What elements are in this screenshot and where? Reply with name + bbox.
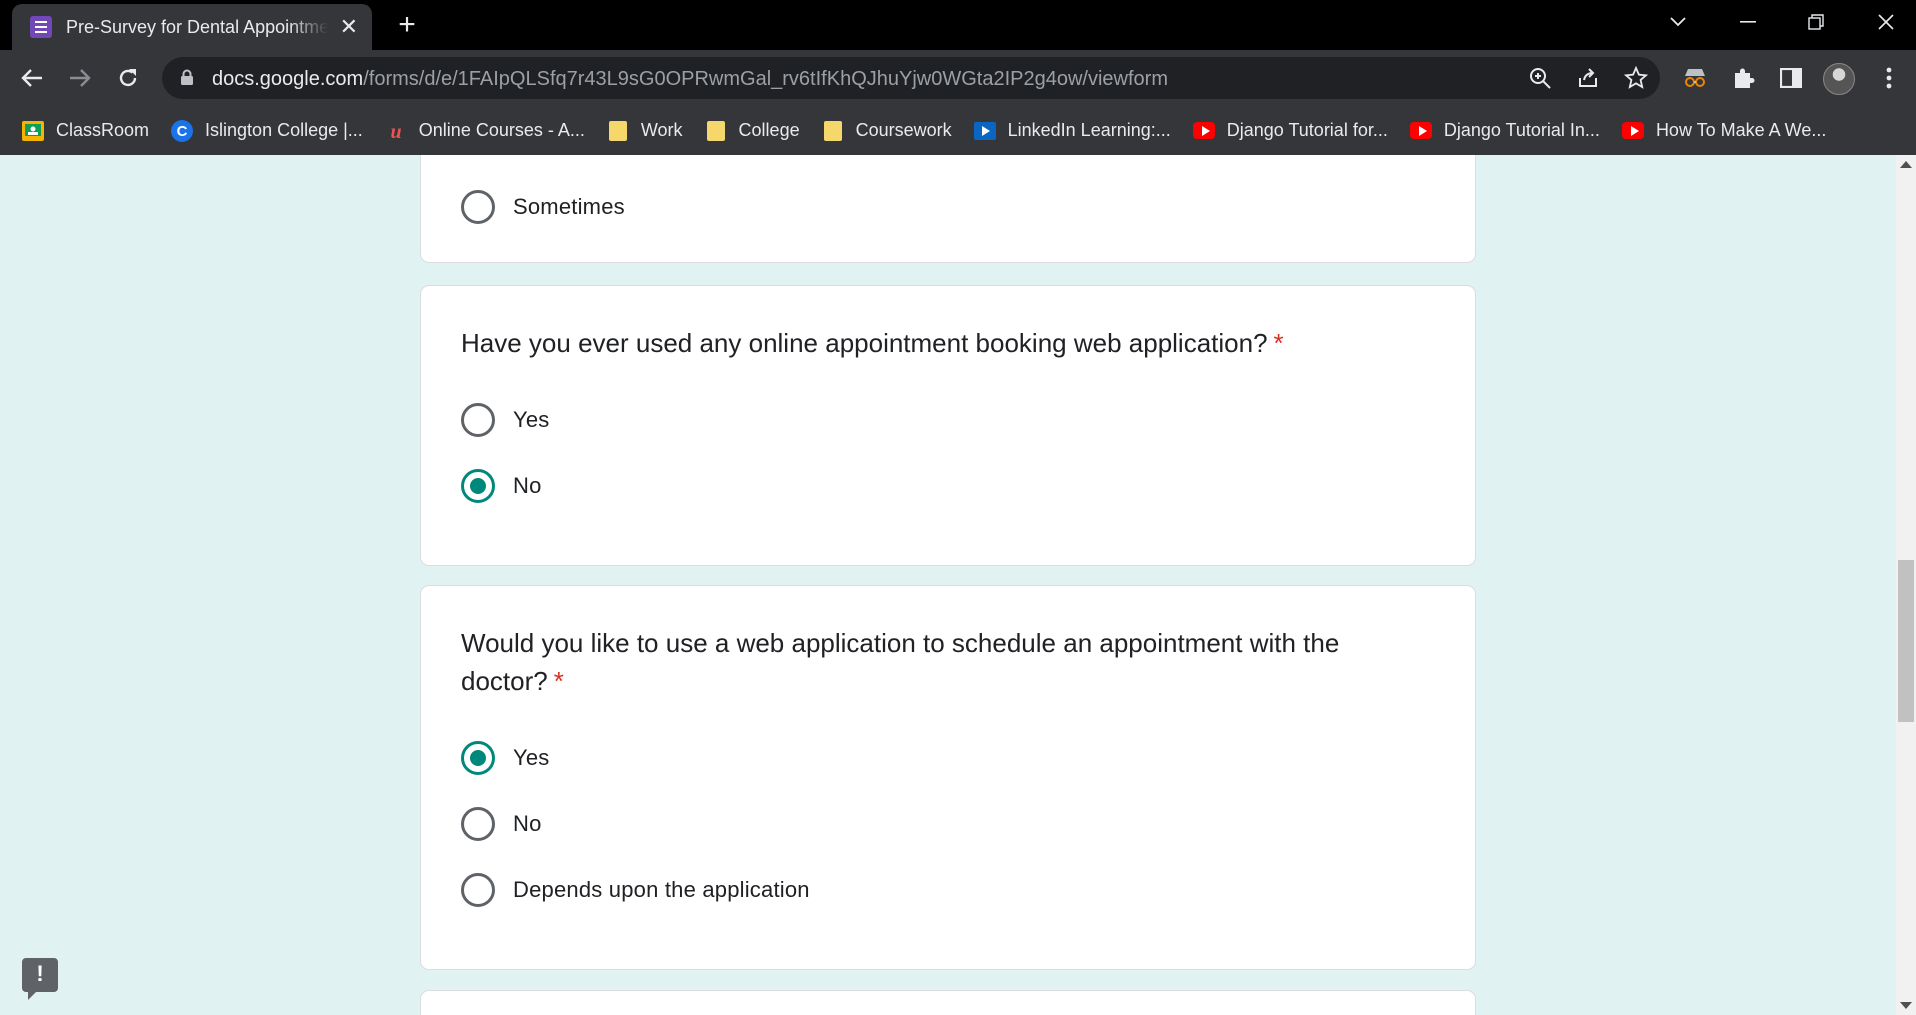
google-forms-icon xyxy=(30,16,52,38)
browser-toolbar: docs.google.com/forms/d/e/1FAIpQLSfq7r43… xyxy=(0,50,1916,106)
bookmark-islington-college[interactable]: C Islington College |... xyxy=(171,119,363,142)
bookmark-django-tutorial-2[interactable]: Django Tutorial In... xyxy=(1409,120,1600,142)
folder-icon xyxy=(705,120,727,142)
required-asterisk: * xyxy=(1273,328,1284,358)
restore-button[interactable] xyxy=(1788,0,1844,44)
question-title: Would you like to use a web application … xyxy=(461,628,1340,696)
question-title: Have you ever used any online appointmen… xyxy=(461,328,1284,358)
browser-chrome: Pre-Survey for Dental Appointment ✕ + do… xyxy=(0,0,1916,155)
bookmark-coursework[interactable]: Coursework xyxy=(822,120,952,142)
option-yes[interactable]: Yes xyxy=(461,741,550,775)
minimize-button[interactable] xyxy=(1720,0,1776,44)
scrollbar-thumb[interactable] xyxy=(1898,560,1914,722)
option-label: No xyxy=(513,473,542,498)
bookmark-star-icon[interactable] xyxy=(1623,65,1649,90)
college-c-icon: C xyxy=(171,119,194,142)
scroll-down-arrow-icon[interactable] xyxy=(1900,1002,1912,1009)
form-page[interactable]: Sometimes Have you ever used any online … xyxy=(0,155,1916,1015)
forward-arrow-icon[interactable] xyxy=(62,60,98,96)
back-arrow-icon[interactable] xyxy=(14,60,50,96)
required-asterisk: * xyxy=(553,666,564,696)
tab-title: Pre-Survey for Dental Appointment xyxy=(66,16,328,37)
side-panel-icon[interactable] xyxy=(1774,61,1808,95)
url-text: docs.google.com/forms/d/e/1FAIpQLSfq7r43… xyxy=(212,68,1168,90)
svg-text:u: u xyxy=(390,121,401,141)
tab-active[interactable]: Pre-Survey for Dental Appointment ✕ xyxy=(12,4,372,50)
udemy-icon: u xyxy=(385,120,407,142)
radio-button[interactable] xyxy=(461,190,495,224)
radio-button[interactable] xyxy=(461,873,495,907)
report-feedback-button[interactable]: ! xyxy=(22,958,58,1000)
bookmark-college[interactable]: College xyxy=(705,120,800,142)
svg-text:C: C xyxy=(177,123,188,140)
zoom-icon[interactable] xyxy=(1528,66,1552,90)
lock-icon xyxy=(180,69,194,91)
youtube-icon xyxy=(1192,120,1215,142)
option-label: Yes xyxy=(513,745,550,770)
profile-avatar[interactable] xyxy=(1823,63,1855,95)
radio-button-checked[interactable] xyxy=(461,469,495,503)
linkedin-learning-icon xyxy=(973,120,996,142)
bookmark-classroom[interactable]: ClassRoom xyxy=(22,120,149,142)
question-card-use-web-app: Would you like to use a web application … xyxy=(420,585,1476,970)
option-no[interactable]: No xyxy=(461,469,542,503)
radio-button[interactable] xyxy=(461,807,495,841)
option-no[interactable]: No xyxy=(461,807,542,841)
youtube-icon xyxy=(1621,120,1644,142)
scroll-up-arrow-icon[interactable] xyxy=(1900,161,1912,168)
option-yes[interactable]: Yes xyxy=(461,403,550,437)
tab-search-icon[interactable] xyxy=(1650,0,1706,44)
new-tab-button[interactable]: + xyxy=(390,8,424,42)
option-label: No xyxy=(513,811,542,836)
incognito-extension-icon[interactable] xyxy=(1678,61,1712,95)
option-label: Depends upon the application xyxy=(513,877,810,902)
classroom-icon xyxy=(22,120,44,142)
bookmarks-bar: ClassRoom C Islington College |... u Onl… xyxy=(0,106,1916,155)
bookmark-linkedin-learning[interactable]: LinkedIn Learning:... xyxy=(973,120,1171,142)
extensions-puzzle-icon[interactable] xyxy=(1726,61,1760,95)
option-label: Sometimes xyxy=(513,194,625,219)
radio-button[interactable] xyxy=(461,403,495,437)
menu-kebab-icon[interactable] xyxy=(1872,61,1906,95)
bookmark-work[interactable]: Work xyxy=(607,120,683,142)
address-bar[interactable]: docs.google.com/forms/d/e/1FAIpQLSfq7r43… xyxy=(162,57,1660,99)
folder-icon xyxy=(822,120,844,142)
folder-icon xyxy=(607,120,629,142)
question-card-online-booking: Have you ever used any online appointmen… xyxy=(420,285,1476,566)
tab-close-icon[interactable]: ✕ xyxy=(340,16,358,38)
question-card-next xyxy=(420,990,1476,1015)
close-window-button[interactable] xyxy=(1858,0,1914,44)
bookmark-how-to-make[interactable]: How To Make A We... xyxy=(1621,120,1826,142)
bookmark-online-courses[interactable]: u Online Courses - A... xyxy=(385,120,585,142)
share-icon[interactable] xyxy=(1576,66,1600,90)
page-scrollbar[interactable] xyxy=(1896,155,1916,1015)
option-sometimes[interactable]: Sometimes xyxy=(461,190,625,224)
youtube-icon xyxy=(1409,120,1432,142)
option-depends[interactable]: Depends upon the application xyxy=(461,873,810,907)
tab-strip: Pre-Survey for Dental Appointment ✕ + xyxy=(0,0,1916,50)
radio-button-checked[interactable] xyxy=(461,741,495,775)
reload-icon[interactable] xyxy=(110,60,146,96)
question-card-previous: Sometimes xyxy=(420,155,1476,263)
bookmark-django-tutorial-1[interactable]: Django Tutorial for... xyxy=(1192,120,1388,142)
option-label: Yes xyxy=(513,407,550,432)
